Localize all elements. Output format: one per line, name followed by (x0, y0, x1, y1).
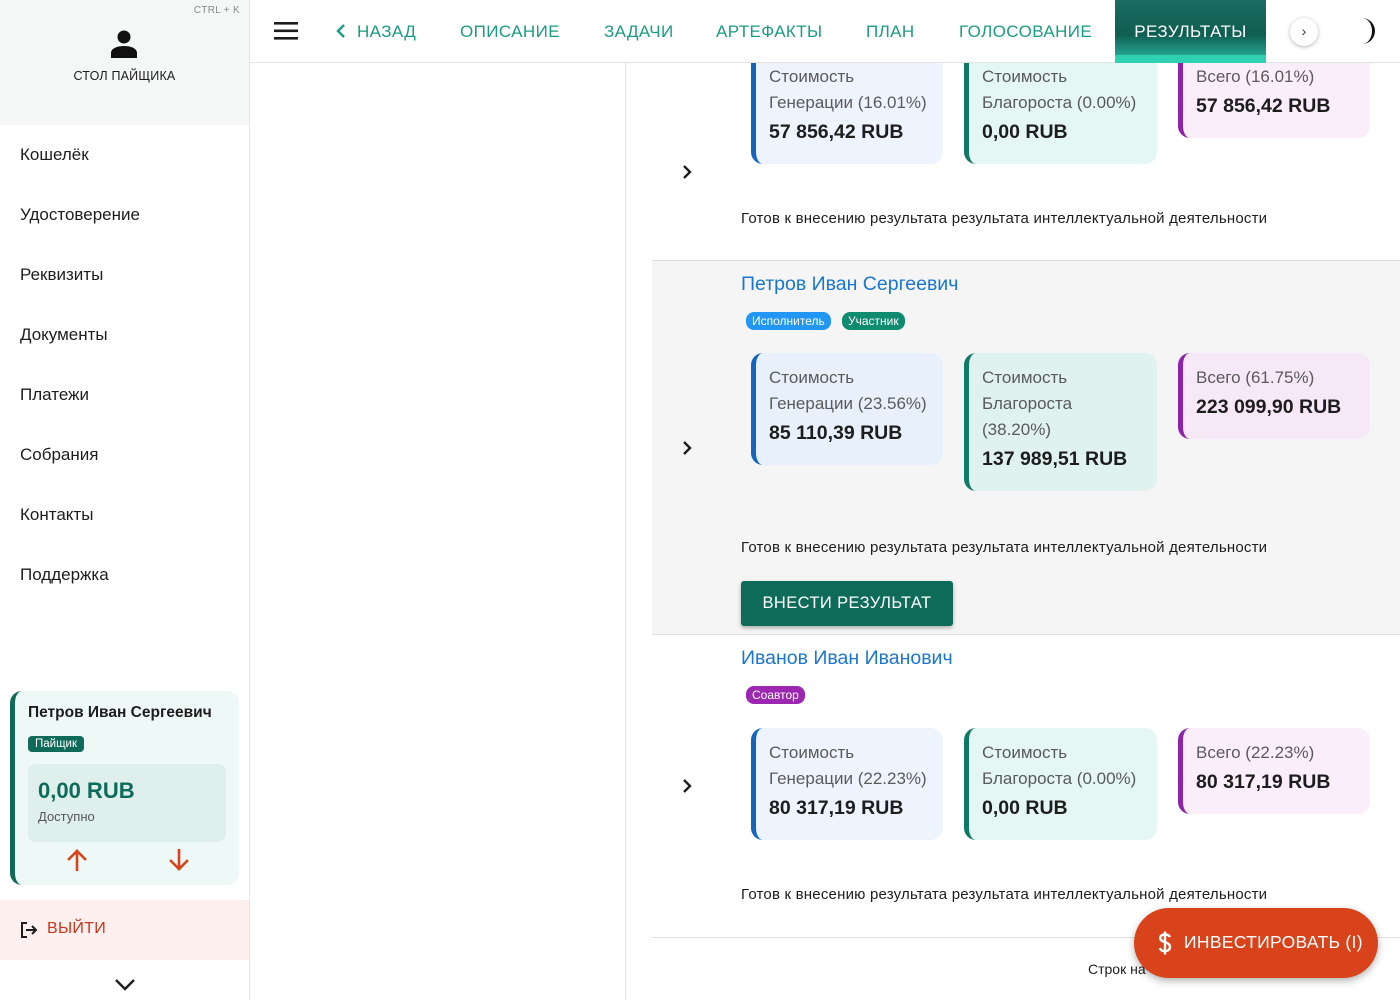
sidebar-nav: Кошелёк Удостоверение Реквизиты Документ… (0, 125, 249, 605)
total-cost-value: 80 317,19 RUB (1196, 771, 1331, 793)
blagorost-cost-value: 0,00 RUB (982, 121, 1068, 143)
generation-cost-label: Стоимость Генерации (22.23%) (769, 743, 927, 788)
table-row: Иванов Иван Иванович Соавтор Стоимость Г… (652, 635, 1400, 938)
logout-label: ВЫЙТИ (47, 920, 107, 937)
chevron-right-icon[interactable] (681, 164, 693, 180)
dollar-icon (1158, 931, 1172, 955)
wallet-card: Петров Иван Сергеевич Пайщик 0,00 RUB До… (10, 691, 239, 885)
generation-cost-value: 85 110,39 RUB (769, 422, 903, 444)
generation-cost-card: Стоимость Генерации (23.56%) 85 110,39 R… (751, 353, 943, 465)
tab-description[interactable]: ОПИСАНИЕ (460, 0, 560, 63)
invest-label: ИНВЕСТИРОВАТЬ (I) (1184, 932, 1363, 952)
blagorost-cost-value: 137 989,51 RUB (982, 448, 1128, 470)
generation-cost-label: Стоимость Генерации (23.56%) (769, 368, 927, 413)
total-cost-card: Всего (61.75%) 223 099,90 RUB (1178, 353, 1370, 439)
left-panel (250, 63, 626, 1000)
arrow-up-icon[interactable] (67, 849, 87, 871)
invest-button[interactable]: ИНВЕСТИРОВАТЬ (I) (1134, 908, 1378, 978)
blagorost-cost-card: Стоимость Благороста (0.00%) 0,00 RUB (964, 728, 1157, 840)
sidebar-item-contacts[interactable]: Контакты (0, 485, 249, 545)
total-cost-card: Всего (16.01%) 57 856,42 RUB (1178, 63, 1370, 138)
total-cost-value: 57 856,42 RUB (1196, 95, 1331, 117)
tab-voting[interactable]: ГОЛОСОВАНИЕ (959, 0, 1092, 63)
logout-button[interactable]: ВЫЙТИ (0, 900, 249, 960)
app-root: CTRL + K СТОЛ ПАЙЩИКА Кошелёк Удостовере… (0, 0, 1400, 1000)
wallet-owner-name: Петров Иван Сергеевич (28, 704, 212, 721)
sidebar-item-wallet[interactable]: Кошелёк (0, 125, 249, 185)
sidebar-item-support[interactable]: Поддержка (0, 545, 249, 605)
generation-cost-value: 57 856,42 RUB (769, 121, 904, 143)
submit-result-button[interactable]: ВНЕСТИ РЕЗУЛЬТАТ (741, 581, 953, 626)
generation-cost-value: 80 317,19 RUB (769, 797, 904, 819)
generation-cost-card: Стоимость Генерации (22.23%) 80 317,19 R… (751, 728, 943, 840)
total-cost-card: Всего (22.23%) 80 317,19 RUB (1178, 728, 1370, 814)
blagorost-cost-label: Стоимость Благороста (0.00%) (982, 743, 1137, 788)
total-cost-label: Всего (22.23%) (1196, 743, 1315, 762)
role-badge: Соавтор (746, 686, 805, 704)
role-badge: Участник (842, 312, 905, 330)
desk-title: СТОЛ ПАЙЩИКА (73, 69, 176, 83)
wallet-balance: 0,00 RUB (38, 778, 135, 803)
tab-plan[interactable]: ПЛАН (866, 0, 915, 63)
role-badge: Пайщик (28, 736, 85, 752)
menu-icon[interactable] (273, 20, 299, 42)
blagorost-cost-card: Стоимость Благороста (38.20%) 137 989,51… (964, 353, 1157, 491)
chevron-right-icon[interactable] (681, 440, 693, 456)
table-row: Петров Иван Сергеевич Исполнитель Участн… (652, 261, 1400, 635)
blagorost-cost-label: Стоимость Благороста (38.20%) (982, 368, 1073, 439)
wallet-balance-label: Доступно (38, 809, 95, 824)
sidebar-item-requisites[interactable]: Реквизиты (0, 245, 249, 305)
row-status: Готов к внесению результата результата и… (741, 886, 1268, 903)
total-cost-label: Всего (61.75%) (1196, 368, 1315, 387)
chevron-down-icon[interactable] (113, 975, 137, 993)
generation-cost-label: Стоимость Генерации (16.01%) (769, 67, 927, 112)
total-cost-value: 223 099,90 RUB (1196, 396, 1342, 418)
logout-icon (21, 922, 38, 938)
row-status: Готов к внесению результата результата и… (741, 210, 1268, 227)
dark-mode-icon[interactable] (1353, 17, 1377, 45)
rows-per-page-label: Строк на (1088, 961, 1146, 977)
blagorost-cost-card: Стоимость Благороста (0.00%) 0,00 RUB (964, 63, 1157, 164)
sidebar-item-payments[interactable]: Платежи (0, 365, 249, 425)
participant-name-link[interactable]: Петров Иван Сергеевич (741, 273, 958, 296)
total-cost-label: Всего (16.01%) (1196, 67, 1315, 86)
profile-header: CTRL + K СТОЛ ПАЙЩИКА (0, 0, 249, 125)
blagorost-cost-value: 0,00 RUB (982, 797, 1068, 819)
user-icon (111, 30, 137, 58)
tab-tasks[interactable]: ЗАДАЧИ (604, 0, 674, 63)
blagorost-cost-label: Стоимость Благороста (0.00%) (982, 67, 1137, 112)
back-label: НАЗАД (357, 22, 417, 41)
sidebar-item-documents[interactable]: Документы (0, 305, 249, 365)
participant-name-link[interactable]: Иванов Иван Иванович (741, 647, 953, 670)
wallet-balance-box: 0,00 RUB Доступно (28, 764, 226, 842)
tab-artifacts[interactable]: АРТЕФАКТЫ (716, 0, 822, 63)
sidebar: CTRL + K СТОЛ ПАЙЩИКА Кошелёк Удостовере… (0, 0, 250, 1000)
results-list: Стоимость Генерации (16.01%) 57 856,42 R… (626, 63, 1400, 1000)
arrow-down-icon[interactable] (169, 849, 189, 871)
sidebar-item-meetings[interactable]: Собрания (0, 425, 249, 485)
search-shortcut-hint: CTRL + K (193, 5, 240, 16)
chevron-right-icon[interactable] (681, 778, 693, 794)
table-row: Стоимость Генерации (16.01%) 57 856,42 R… (652, 63, 1400, 261)
tab-results[interactable]: РЕЗУЛЬТАТЫ (1115, 0, 1266, 63)
sidebar-item-certificate[interactable]: Удостоверение (0, 185, 249, 245)
back-button[interactable]: НАЗАД (335, 0, 416, 63)
row-status: Готов к внесению результата результата и… (741, 539, 1268, 556)
generation-cost-card: Стоимость Генерации (16.01%) 57 856,42 R… (751, 63, 943, 164)
chevron-left-icon (336, 24, 345, 38)
tabs-scroll-next-button[interactable]: › (1290, 18, 1318, 46)
role-badge: Исполнитель (746, 312, 831, 330)
top-navigation: НАЗАД ОПИСАНИЕ ЗАДАЧИ АРТЕФАКТЫ ПЛАН ГОЛ… (250, 0, 1400, 63)
